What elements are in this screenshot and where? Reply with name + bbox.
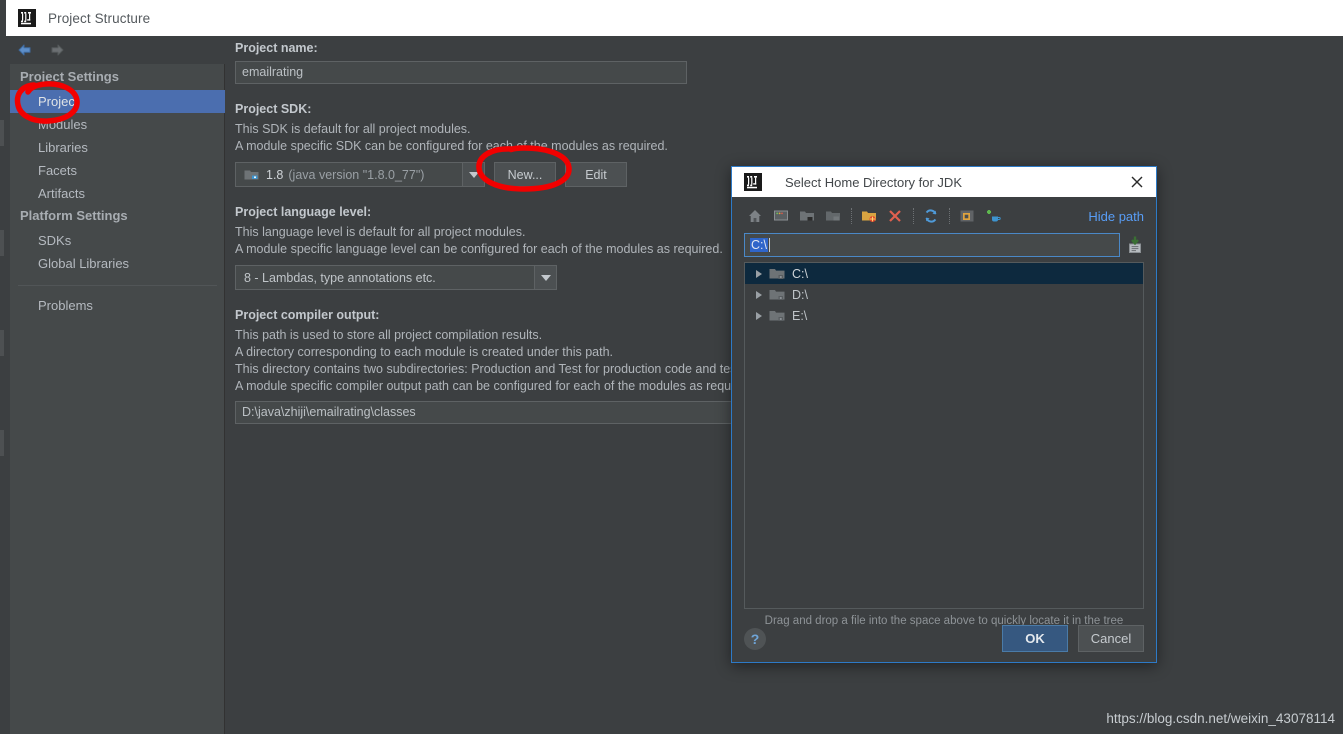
intellij-idea-logo-icon: [744, 173, 762, 191]
sidebar-item-sdks[interactable]: SDKs: [10, 229, 225, 252]
tree-row-label: D:\: [792, 287, 808, 302]
sidebar-divider: [18, 285, 217, 286]
add-jdk-icon[interactable]: [982, 205, 1004, 227]
dialog-footer: ? OK Cancel: [744, 625, 1144, 652]
hide-path-link[interactable]: Hide path: [1088, 209, 1144, 224]
project-name-input[interactable]: emailrating: [235, 61, 687, 84]
edit-sdk-button[interactable]: Edit: [565, 162, 627, 187]
settings-sidebar: Project Settings Project Modules Librari…: [10, 36, 225, 734]
window-title: Project Structure: [48, 10, 151, 26]
drive-folder-icon: [769, 267, 786, 281]
close-icon[interactable]: [1126, 171, 1148, 193]
help-button[interactable]: ?: [744, 627, 766, 650]
tree-row[interactable]: C:\: [745, 263, 1143, 284]
directory-tree[interactable]: C:\ D:\ E:\: [744, 262, 1144, 609]
drive-folder-icon: [769, 309, 786, 323]
delete-icon[interactable]: [884, 205, 906, 227]
sidebar-item-artifacts[interactable]: Artifacts: [10, 182, 225, 205]
project-sdk-dropdown-arrow[interactable]: [462, 162, 485, 187]
dialog-title: Select Home Directory for JDK: [785, 174, 962, 190]
desktop-icon[interactable]: [770, 205, 792, 227]
chevron-right-icon[interactable]: [751, 308, 767, 324]
project-name-label: Project name:: [235, 41, 318, 55]
ok-button[interactable]: OK: [1002, 625, 1068, 652]
refresh-icon[interactable]: [920, 205, 942, 227]
paste-path-icon[interactable]: [1126, 234, 1144, 256]
project-sdk-version: 1.8: [266, 167, 284, 182]
path-input[interactable]: C:\: [744, 233, 1120, 257]
intellij-idea-logo-icon: [18, 9, 36, 27]
project-sdk-label: Project SDK:: [235, 102, 312, 116]
arrow-left-icon[interactable]: [16, 41, 34, 59]
sidebar-item-modules[interactable]: Modules: [10, 113, 225, 136]
dialog-toolbar: Hide path: [744, 197, 1144, 231]
drive-folder-icon: [769, 288, 786, 302]
cancel-button[interactable]: Cancel: [1078, 625, 1144, 652]
text-caret: [768, 238, 770, 252]
project-sdk-desc-line1: This SDK is default for all project modu…: [235, 122, 471, 136]
chevron-right-icon[interactable]: [751, 287, 767, 303]
jdk-icon: [244, 168, 260, 182]
collapse-folder-icon[interactable]: [822, 205, 844, 227]
project-sdk-detail: (java version "1.8.0_77"): [288, 167, 425, 182]
sidebar-list: Project Settings Project Modules Librari…: [10, 66, 225, 317]
sidebar-item-facets[interactable]: Facets: [10, 159, 225, 182]
dialog-button-group: OK Cancel: [1002, 625, 1144, 652]
nav-arrow-bar: [10, 36, 225, 64]
project-sdk-combo[interactable]: 1.8 (java version "1.8.0_77"): [235, 162, 463, 187]
sidebar-item-project[interactable]: Project: [10, 90, 225, 113]
show-hidden-files-icon[interactable]: [956, 205, 978, 227]
dialog-titlebar: Select Home Directory for JDK: [732, 167, 1156, 197]
new-folder-icon[interactable]: [858, 205, 880, 227]
toolbar-separator: [913, 208, 914, 224]
home-icon[interactable]: [744, 205, 766, 227]
tree-row[interactable]: E:\: [745, 305, 1143, 326]
path-input-value: C:\: [750, 238, 768, 252]
new-sdk-button[interactable]: New...: [494, 162, 556, 187]
watermark-url: https://blog.csdn.net/weixin_43078114: [1106, 711, 1335, 726]
sidebar-group-platform-settings: Platform Settings: [20, 208, 128, 223]
dialog-body: Hide path C:\ C:\ D:\ E:\ Drag and drop …: [732, 197, 1156, 662]
window-titlebar: Project Structure: [6, 0, 1343, 36]
tree-row[interactable]: D:\: [745, 284, 1143, 305]
path-row: C:\: [744, 233, 1144, 257]
chevron-right-icon[interactable]: [751, 266, 767, 282]
toolbar-separator: [851, 208, 852, 224]
project-sdk-desc-line2: A module specific SDK can be configured …: [235, 139, 668, 153]
toolbar-separator: [949, 208, 950, 224]
chevron-down-icon: [540, 274, 551, 281]
sidebar-item-global-libraries[interactable]: Global Libraries: [10, 252, 225, 275]
sidebar-item-problems[interactable]: Problems: [10, 294, 225, 317]
expand-folder-icon[interactable]: [796, 205, 818, 227]
select-jdk-home-dialog: Select Home Directory for JDK Hide path …: [731, 166, 1157, 663]
arrow-right-icon: [48, 41, 66, 59]
language-level-combo[interactable]: 8 - Lambdas, type annotations etc.: [235, 265, 535, 290]
tree-row-label: C:\: [792, 266, 808, 281]
chevron-down-icon: [468, 171, 479, 178]
sidebar-group-project-settings: Project Settings: [20, 69, 119, 84]
sidebar-item-libraries[interactable]: Libraries: [10, 136, 225, 159]
tree-row-label: E:\: [792, 308, 808, 323]
screen: Project Structure Project Settings Proje…: [0, 0, 1343, 734]
language-level-dropdown-arrow[interactable]: [534, 265, 557, 290]
